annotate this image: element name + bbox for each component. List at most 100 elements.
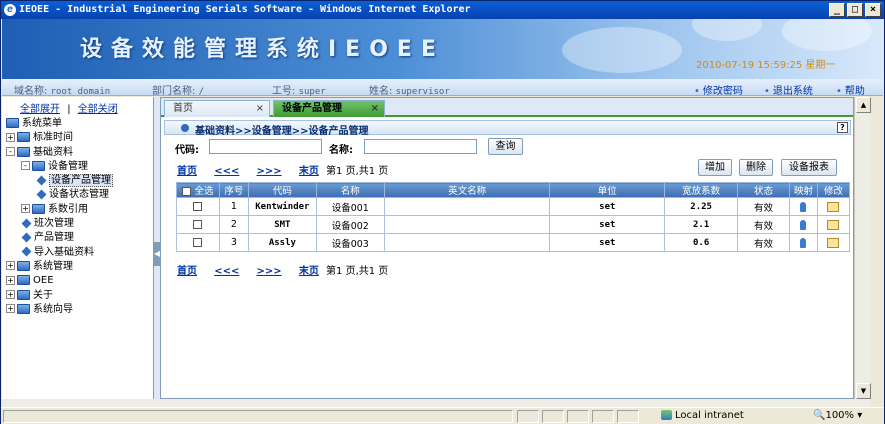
tree-node[interactable]: + 系统向导 — [6, 303, 113, 317]
scroll-down-icon[interactable]: ▼ — [856, 383, 871, 399]
expand-icon[interactable]: + — [6, 304, 15, 314]
edit-cell[interactable] — [816, 197, 851, 216]
horizontal-scrollbar[interactable] — [2, 399, 871, 407]
tree-node[interactable]: 产品管理 — [6, 231, 113, 245]
tree-node[interactable]: - 基础资料 — [6, 146, 113, 160]
tree-node[interactable]: 设备状态管理 — [6, 188, 113, 202]
last-page-link[interactable]: 末页 — [299, 166, 319, 177]
tree-node-label: 基础资料 — [33, 146, 73, 158]
unit-cell: set — [549, 197, 666, 216]
tree-node[interactable]: - 设备管理 — [6, 160, 113, 174]
logout-link[interactable]: • 退出系统 — [764, 82, 813, 97]
tree-node[interactable]: + 关于 — [6, 289, 113, 303]
prev-page-link[interactable]: <<< — [214, 266, 239, 277]
table-row[interactable]: 1 Kentwinder 设备001 set 2.25 有效 — [176, 197, 851, 216]
seq-cell: 3 — [218, 233, 249, 252]
mapping-cell[interactable] — [789, 197, 818, 216]
expand-icon[interactable]: + — [6, 290, 15, 300]
edit-cell[interactable] — [816, 215, 851, 234]
expand-icon[interactable]: + — [6, 261, 15, 271]
name-input[interactable] — [364, 139, 477, 154]
vertical-scrollbar[interactable]: ▲ ▼ — [854, 97, 871, 399]
main-panel: 首页 × 设备产品管理 × 基础资料>>设备管理>>设备产品管理 ? 代码: 名… — [160, 97, 854, 399]
pager-bottom: 首页 <<< >>> 末页 第1 页,共1 页 — [177, 262, 388, 277]
zoom-icon: 🔍 — [813, 410, 826, 421]
app-banner: 设备效能管理系统IEOEE 2010-07-19 15:59:25 星期一 — [2, 19, 883, 79]
bullet-icon: • — [836, 86, 842, 97]
tree-node[interactable]: + 系数引用 — [6, 203, 113, 217]
search-form: 代码: 名称: 查询 — [175, 138, 575, 156]
add-button[interactable]: 增加 — [698, 159, 732, 176]
delete-button[interactable]: 删除 — [739, 159, 773, 176]
close-button[interactable]: × — [865, 3, 881, 17]
close-tab-icon[interactable]: × — [371, 101, 379, 117]
select-cell[interactable] — [176, 233, 220, 252]
security-zone[interactable]: Local intranet — [661, 410, 744, 421]
mapping-cell[interactable] — [789, 233, 818, 252]
status-pane — [517, 410, 539, 423]
tree-node[interactable]: + OEE — [6, 274, 113, 288]
help-link[interactable]: • 帮助 — [836, 82, 865, 97]
code-cell: Assly — [247, 233, 317, 252]
edit-icon[interactable] — [827, 201, 840, 212]
equipment-report-button[interactable]: 设备报表 — [781, 159, 837, 176]
close-tab-icon[interactable]: × — [256, 101, 264, 117]
tree-node[interactable]: + 系统管理 — [6, 260, 113, 274]
help-icon[interactable]: ? — [837, 122, 848, 133]
first-page-link[interactable]: 首页 — [177, 166, 197, 177]
change-password-link[interactable]: • 修改密码 — [694, 82, 743, 97]
column-header: 名称 — [315, 182, 385, 198]
next-page-link[interactable]: >>> — [257, 166, 282, 177]
tree-node[interactable]: 系统菜单 — [6, 117, 113, 131]
tree-node[interactable]: 设备产品管理 — [6, 174, 113, 188]
table-row[interactable]: 3 Assly 设备003 set 0.6 有效 — [176, 233, 851, 252]
select-cell[interactable] — [176, 197, 220, 216]
folder-icon — [17, 260, 30, 271]
expand-all-link[interactable]: 全部展开 — [20, 104, 60, 115]
row-checkbox[interactable] — [193, 238, 203, 247]
collapse-icon[interactable]: - — [6, 147, 15, 157]
next-page-link[interactable]: >>> — [257, 266, 282, 277]
expand-icon[interactable]: + — [6, 275, 15, 285]
column-header: 单位 — [549, 182, 666, 198]
tree-node[interactable]: + 标准时间 — [6, 131, 113, 145]
code-label: 代码: — [175, 145, 199, 156]
row-checkbox[interactable] — [193, 220, 203, 229]
tab-home[interactable]: 首页 × — [164, 100, 270, 117]
table-row[interactable]: 2 SMT 设备002 set 2.1 有效 — [176, 215, 851, 234]
scroll-up-icon[interactable]: ▲ — [856, 97, 871, 113]
mapping-cell[interactable] — [789, 215, 818, 234]
collapse-all-link[interactable]: 全部关闭 — [78, 104, 118, 115]
leaf-icon — [36, 175, 47, 186]
edit-cell[interactable] — [816, 233, 851, 252]
expand-icon[interactable]: + — [6, 132, 15, 142]
select-all-header[interactable]: 全选 — [176, 182, 220, 198]
expand-icon[interactable]: + — [21, 204, 30, 214]
minimize-button[interactable]: _ — [829, 3, 845, 17]
select-all-checkbox[interactable] — [182, 187, 192, 196]
tree-node[interactable]: 班次管理 — [6, 217, 113, 231]
collapse-icon[interactable]: - — [21, 161, 30, 171]
factor-cell: 2.25 — [664, 197, 739, 216]
first-page-link[interactable]: 首页 — [177, 266, 197, 277]
prev-page-link[interactable]: <<< — [214, 166, 239, 177]
select-cell[interactable] — [176, 215, 220, 234]
edit-icon[interactable] — [827, 219, 840, 230]
separator: | — [67, 104, 71, 115]
tab-equipment-product[interactable]: 设备产品管理 × — [273, 100, 385, 117]
column-header: 序号 — [218, 182, 249, 198]
tree-node[interactable]: 导入基础资料 — [6, 246, 113, 260]
factor-cell: 0.6 — [664, 233, 739, 252]
mapping-icon[interactable] — [800, 201, 807, 212]
mapping-icon[interactable] — [800, 219, 807, 230]
last-page-link[interactable]: 末页 — [299, 266, 319, 277]
code-input[interactable] — [209, 139, 322, 154]
pager-top: 首页 <<< >>> 末页 第1 页,共1 页 — [177, 162, 388, 177]
zoom-control[interactable]: 🔍100% ▾ — [813, 410, 862, 421]
query-button[interactable]: 查询 — [488, 138, 523, 155]
edit-icon[interactable] — [827, 237, 840, 248]
mapping-icon[interactable] — [800, 237, 807, 248]
folder-icon — [17, 275, 30, 286]
maximize-button[interactable]: □ — [847, 3, 863, 17]
row-checkbox[interactable] — [193, 202, 203, 211]
